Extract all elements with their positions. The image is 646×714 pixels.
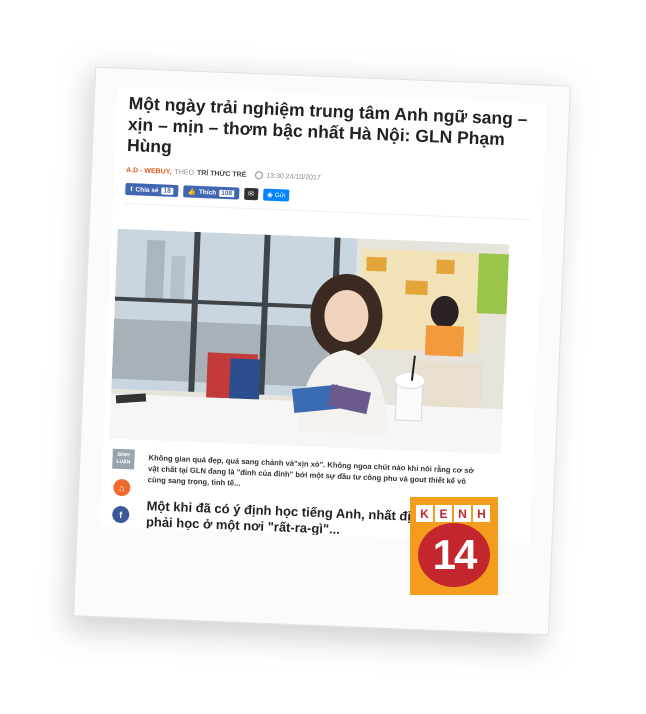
email-button[interactable]: ✉ xyxy=(243,187,259,201)
facebook-share-button[interactable]: f Chia sẻ 18 xyxy=(125,182,179,198)
article-photo[interactable] xyxy=(109,228,510,455)
source-link[interactable]: TRÍ THỨC TRẺ xyxy=(197,169,247,178)
logo-letter: N xyxy=(454,505,471,522)
like-label: Thích xyxy=(198,188,217,197)
facebook-icon: f xyxy=(119,509,123,520)
like-count: 108 xyxy=(219,189,235,197)
logo-letter: K xyxy=(416,505,433,522)
mail-icon: ✉ xyxy=(247,190,255,199)
logo-letter: H xyxy=(473,505,490,522)
clock-icon xyxy=(255,171,264,180)
comment-button[interactable]: BÌNH LUẬN xyxy=(112,448,135,470)
messenger-send-button[interactable]: ◉ Gửi xyxy=(262,188,290,202)
logo-letters: K E N H xyxy=(416,505,490,522)
send-label: Gửi xyxy=(274,191,286,199)
home-button[interactable]: ⌂ xyxy=(113,478,131,497)
comment-label: BÌNH LUẬN xyxy=(116,451,131,466)
share-count: 18 xyxy=(161,186,173,195)
home-icon: ⌂ xyxy=(118,482,125,493)
article-title: Một ngày trải nghiệm trung tâm Anh ngữ s… xyxy=(126,93,528,157)
author-link[interactable]: A.D - WEBUY, xyxy=(126,166,172,175)
facebook-like-button[interactable]: 👍 Thích 108 xyxy=(182,185,240,200)
article-sidebar: BÌNH LUẬN ⌂ f xyxy=(110,448,139,524)
messenger-icon: ◉ xyxy=(266,191,273,199)
thumbs-up-icon: 👍 xyxy=(187,188,197,196)
photo-caption: Không gian quá đẹp, quá sang chảnh và"xị… xyxy=(147,453,475,488)
kenh14-logo: K E N H 14 xyxy=(410,497,498,595)
logo-letter: E xyxy=(435,505,452,522)
source-prefix: THEO xyxy=(174,168,195,177)
facebook-button[interactable]: f xyxy=(111,505,130,524)
article-screenshot: Một ngày trải nghiệm trung tâm Anh ngữ s… xyxy=(99,86,548,544)
study-room-photo xyxy=(109,228,510,455)
logo-number: 14 xyxy=(418,523,490,587)
timestamp: 13:30 24/10/2017 xyxy=(266,172,321,182)
facebook-icon: f xyxy=(130,185,133,193)
share-label: Chia sẻ xyxy=(135,185,159,194)
article-subheading: Một khi đã có ý định học tiếng Anh, nhất… xyxy=(145,498,428,537)
